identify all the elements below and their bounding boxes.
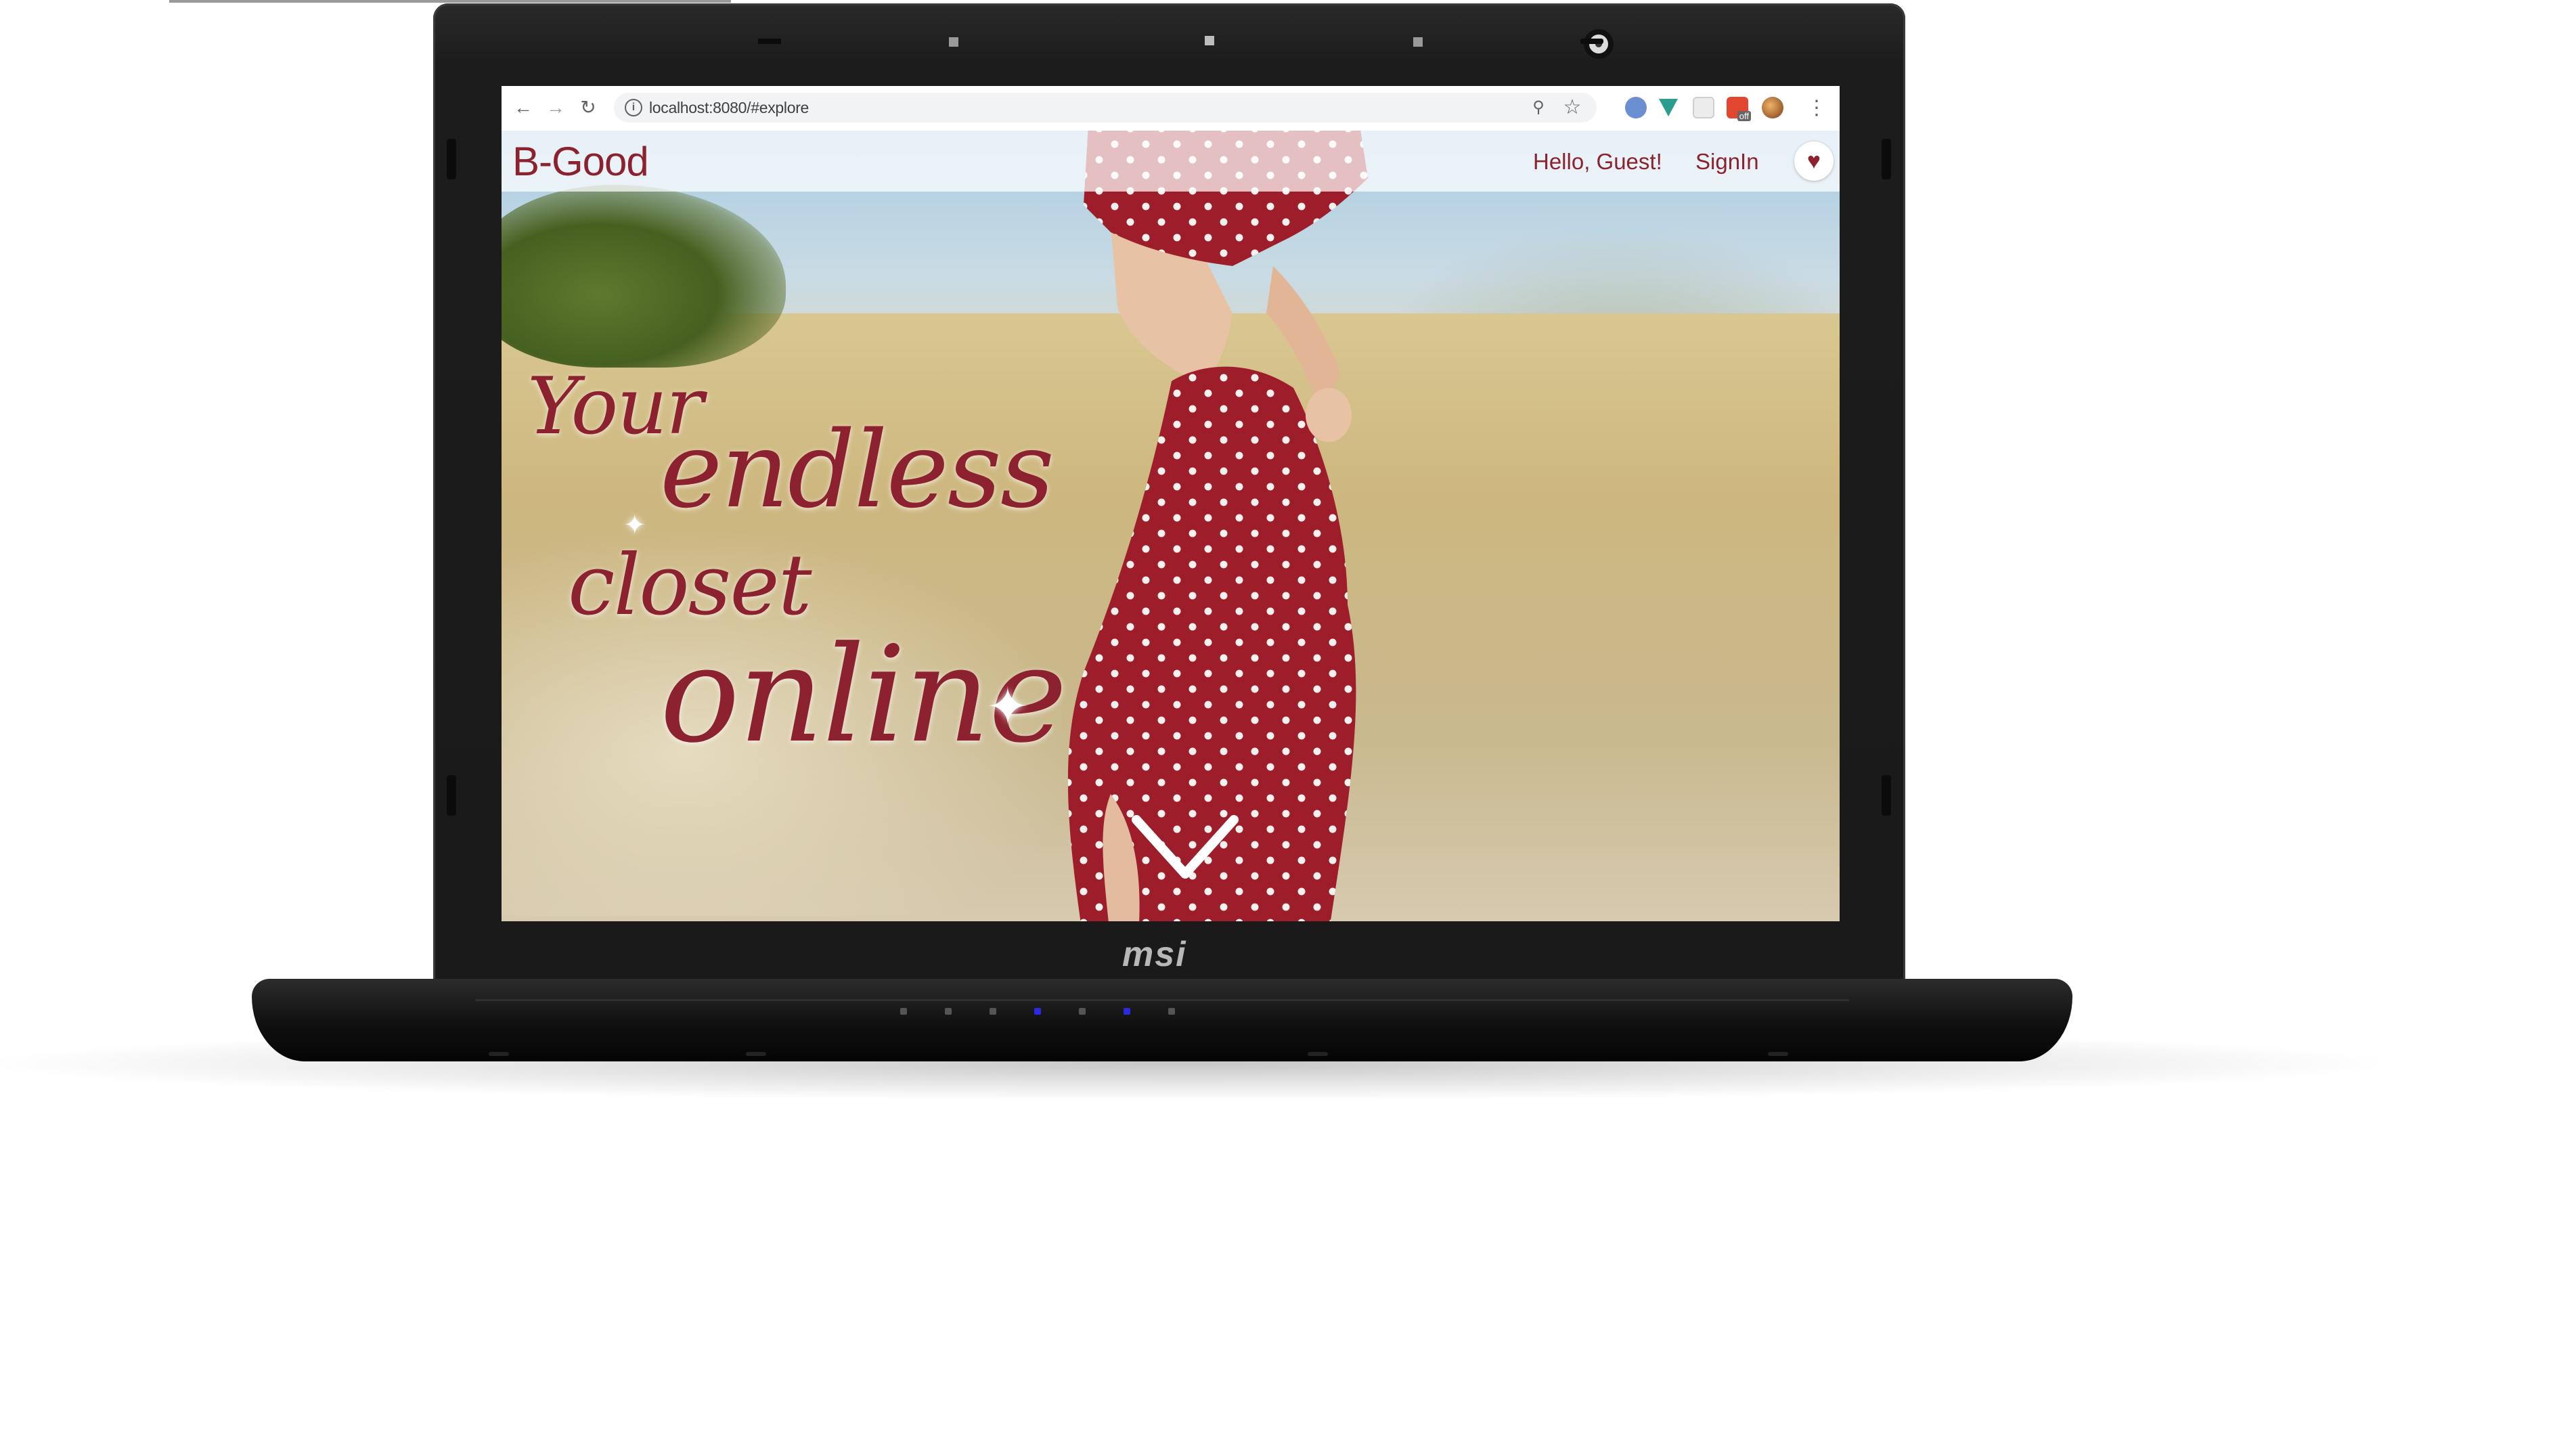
signin-link[interactable]: SignIn bbox=[1695, 131, 1759, 192]
hinge-clip bbox=[447, 775, 456, 816]
indicator-dot bbox=[1205, 36, 1214, 45]
profile-avatar-icon[interactable] bbox=[1762, 97, 1783, 118]
laptop-foot bbox=[746, 1052, 766, 1056]
heart-icon[interactable]: ♥ bbox=[1794, 141, 1834, 181]
hero-model-image bbox=[1067, 131, 1368, 921]
laptop-foot bbox=[489, 1052, 509, 1056]
hinge-clip bbox=[1882, 775, 1891, 816]
sensor-left bbox=[758, 39, 781, 44]
info-icon[interactable]: i bbox=[625, 99, 642, 116]
hinge-clip bbox=[447, 139, 456, 179]
reload-icon[interactable]: ↻ bbox=[576, 95, 600, 120]
extension-icon[interactable] bbox=[1693, 97, 1714, 118]
laptop-foot bbox=[1768, 1052, 1788, 1056]
brand-logo[interactable]: B-Good bbox=[512, 131, 649, 192]
browser-toolbar: ← → ↻ i localhost:8080/#explore ⚲ ☆ ⋮ bbox=[502, 86, 1840, 131]
chevron-down-icon[interactable] bbox=[1131, 814, 1239, 882]
sparkle-icon: ✦ bbox=[623, 510, 646, 540]
extension-off-icon[interactable] bbox=[1727, 97, 1751, 121]
url-text[interactable]: localhost:8080/#explore bbox=[649, 93, 809, 123]
forward-icon[interactable]: → bbox=[543, 95, 568, 120]
status-light bbox=[900, 1008, 907, 1015]
base-edge bbox=[475, 999, 1849, 1001]
extension-icon[interactable] bbox=[1625, 97, 1647, 118]
vue-devtools-icon[interactable] bbox=[1659, 99, 1678, 116]
status-light bbox=[1034, 1008, 1041, 1015]
status-light bbox=[1079, 1008, 1086, 1015]
webcam-icon bbox=[1584, 29, 1614, 59]
status-light bbox=[1124, 1008, 1130, 1015]
indicator-dot bbox=[949, 37, 958, 47]
stage: ← → ↻ i localhost:8080/#explore ⚲ ☆ ⋮ bbox=[0, 0, 2576, 1431]
laptop-brand-logo: msi bbox=[1122, 935, 1187, 974]
zoom-icon[interactable]: ⚲ bbox=[1526, 95, 1551, 120]
hinge-clip bbox=[1882, 139, 1891, 179]
hero-section: B-Good Hello, Guest! SignIn ♥ Your endle… bbox=[502, 131, 1840, 921]
status-light bbox=[1168, 1008, 1175, 1015]
background-divider bbox=[169, 0, 731, 3]
laptop-base bbox=[252, 979, 2072, 1061]
sparkle-icon: ✦ bbox=[986, 678, 1029, 736]
browser-menu-icon[interactable]: ⋮ bbox=[1806, 95, 1827, 121]
sensor-right bbox=[1580, 39, 1603, 44]
status-light bbox=[990, 1008, 996, 1015]
bookmark-star-icon[interactable]: ☆ bbox=[1560, 95, 1584, 120]
laptop-foot bbox=[1308, 1052, 1328, 1056]
greeting-text: Hello, Guest! bbox=[1533, 149, 1662, 174]
laptop-screen: ← → ↻ i localhost:8080/#explore ⚲ ☆ ⋮ bbox=[502, 86, 1840, 921]
back-icon[interactable]: ← bbox=[511, 95, 535, 120]
status-light bbox=[945, 1008, 952, 1015]
address-bar[interactable]: i localhost:8080/#explore ⚲ ☆ bbox=[614, 93, 1597, 123]
indicator-dot bbox=[1413, 37, 1423, 47]
tagline-line-2: endless bbox=[660, 408, 1054, 531]
site-header: B-Good Hello, Guest! SignIn ♥ bbox=[502, 131, 1840, 192]
